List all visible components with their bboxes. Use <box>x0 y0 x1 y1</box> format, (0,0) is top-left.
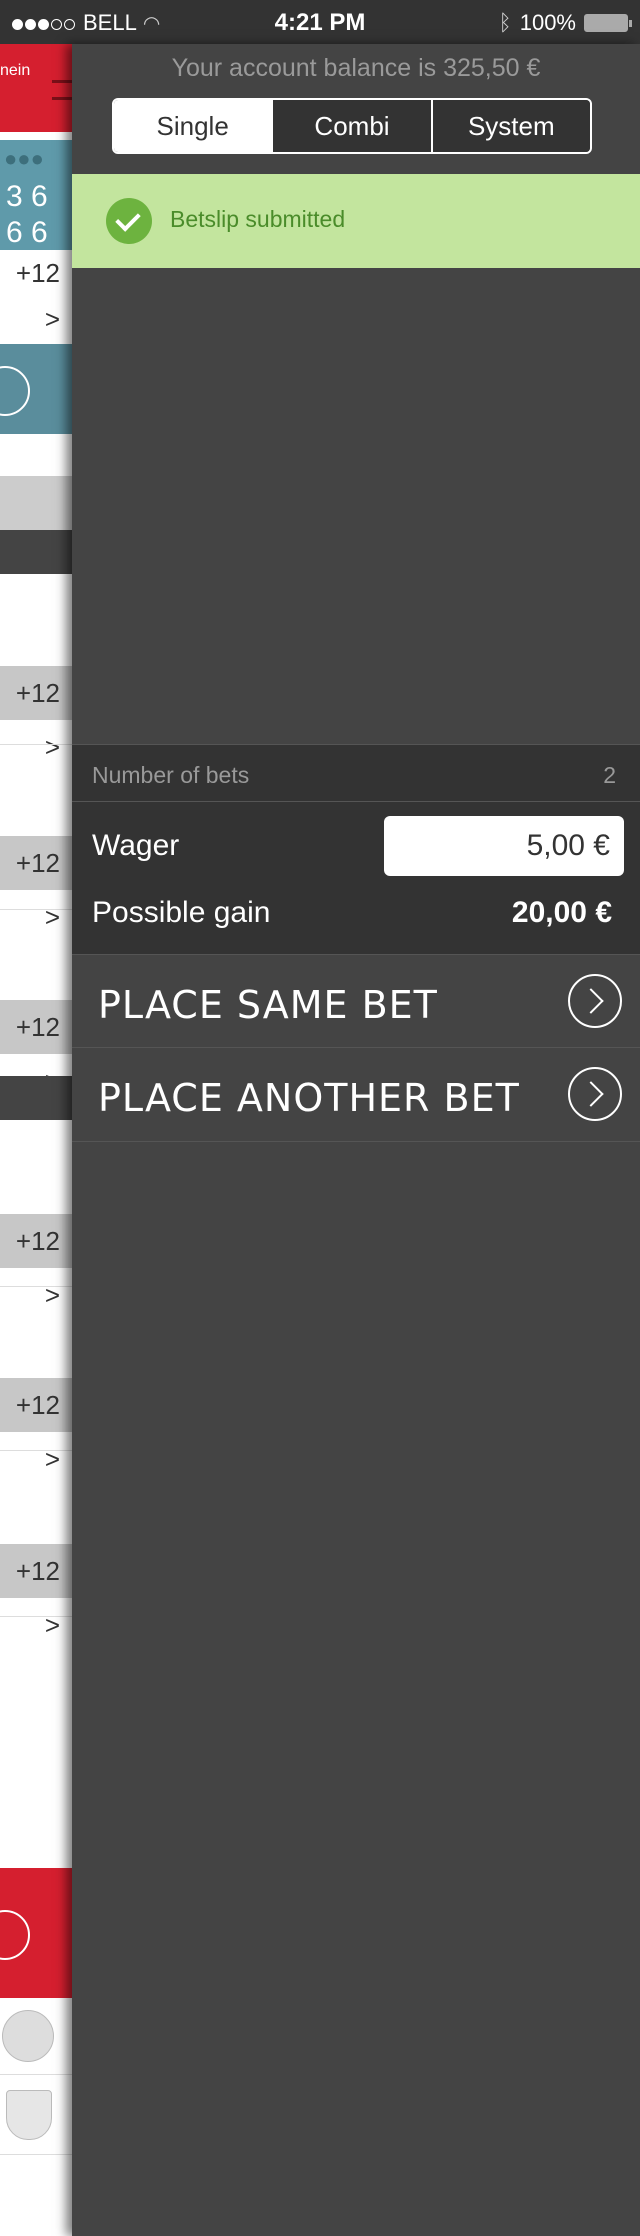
app-header-text: nein <box>0 62 31 79</box>
bets-label: Number of bets <box>92 762 250 788</box>
bluetooth-icon: ᛒ <box>498 10 512 35</box>
dots-icon: ●●● <box>4 146 44 171</box>
more-button[interactable]: +12 > <box>0 1378 72 1474</box>
tab-combi[interactable]: Combi <box>271 100 431 152</box>
separator <box>0 1286 72 1287</box>
chevron-right-icon <box>568 1067 622 1121</box>
status-right: ᛒ 100% <box>498 10 632 36</box>
club-badge <box>0 2078 72 2150</box>
possible-gain-value: 20,00 € <box>511 896 612 929</box>
more-button[interactable]: +12 > <box>0 666 72 762</box>
live-score-card[interactable]: ●●● 3 6 6 6 <box>0 140 72 250</box>
number-of-bets-row: Number of bets 2 <box>72 744 640 802</box>
more-button[interactable]: +12 > <box>0 1544 72 1640</box>
arrow-circle-icon[interactable] <box>0 366 30 416</box>
battery-percent: 100% <box>519 10 576 35</box>
section-header <box>0 1076 72 1120</box>
bets-count: 2 <box>603 762 616 788</box>
account-balance: Your account balance is 325,50 € <box>171 54 541 82</box>
battery-icon <box>584 14 632 32</box>
separator <box>0 744 72 745</box>
score-row: 6 6 <box>6 216 48 249</box>
betslip-panel: Your account balance is 325,50 € Single … <box>72 44 640 2236</box>
place-another-bet-button[interactable]: PLACE ANOTHER BET <box>72 1048 640 1142</box>
place-same-bet-button[interactable]: PLACE SAME BET <box>72 954 640 1048</box>
tab-single[interactable]: Single <box>114 100 272 152</box>
separator <box>0 909 72 910</box>
check-icon <box>106 198 152 244</box>
place-same-bet-label: PLACE SAME BET <box>98 983 438 1027</box>
separator <box>0 1616 72 1617</box>
app-header[interactable]: nein <box>0 44 72 132</box>
score-row: 3 6 <box>6 180 48 213</box>
section-divider <box>0 476 72 530</box>
more-link[interactable]: +12 > <box>0 250 72 334</box>
section-header <box>0 530 72 574</box>
separator <box>0 2154 72 2155</box>
wager-label: Wager <box>92 829 180 862</box>
background-app: nein ●●● 3 6 6 6 +12 > +12 > +12 > +12 >… <box>0 44 72 2236</box>
notification-message: Betslip submitted <box>170 206 346 232</box>
tab-system[interactable]: System <box>430 100 590 152</box>
promo-banner[interactable] <box>0 1868 72 1998</box>
separator <box>0 2074 72 2075</box>
success-notification: Betslip submitted <box>72 174 640 268</box>
more-button[interactable]: +12 > <box>0 1000 72 1096</box>
bet-type-tabs: Single Combi System <box>112 98 592 154</box>
arrow-circle-icon[interactable] <box>0 1910 30 1960</box>
chevron-right-icon <box>568 974 622 1028</box>
menu-icon[interactable] <box>52 80 72 100</box>
card-arrow-area[interactable] <box>0 344 72 434</box>
wager-input[interactable] <box>384 816 624 876</box>
more-button[interactable]: +12 > <box>0 1214 72 1310</box>
seal-icon <box>2 2010 54 2062</box>
more-button[interactable]: +12 > <box>0 836 72 932</box>
place-another-bet-label: PLACE ANOTHER BET <box>98 1076 520 1120</box>
possible-gain-label: Possible gain <box>92 896 271 929</box>
bet-summary: Number of bets 2 Wager Possible gain 20,… <box>72 744 640 954</box>
shield-icon <box>6 2090 52 2140</box>
separator <box>0 1450 72 1451</box>
status-bar: BELL ◠ 4:21 PM ᛒ 100% <box>0 0 640 44</box>
certificate-badge <box>0 1998 72 2074</box>
